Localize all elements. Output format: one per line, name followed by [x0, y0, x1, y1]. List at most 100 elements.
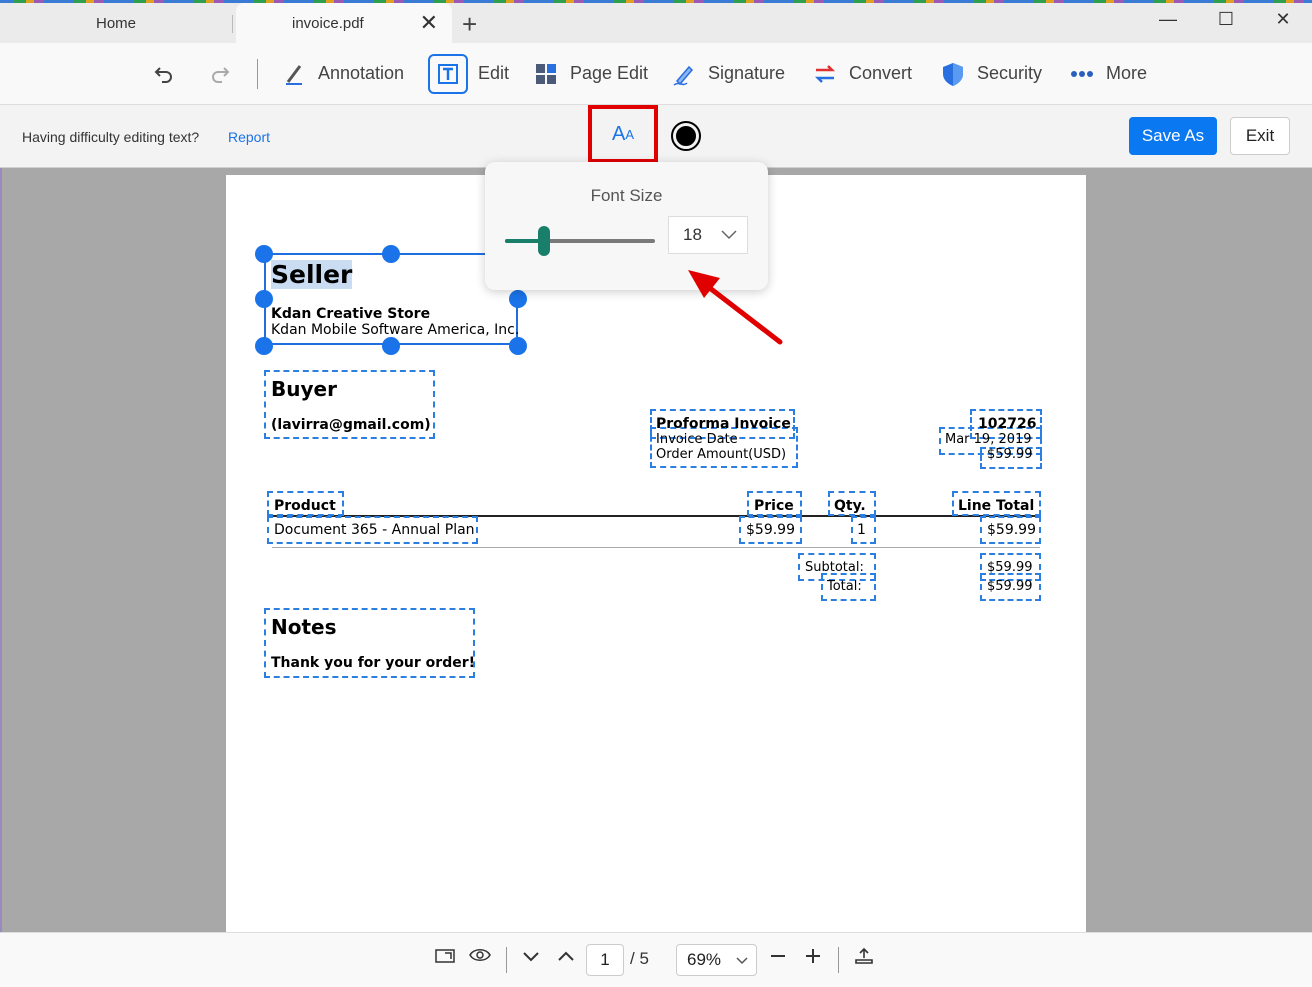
previous-page-icon[interactable]	[557, 947, 575, 968]
signature-icon	[670, 60, 698, 88]
page-edit-label: Page Edit	[570, 63, 649, 83]
table-row-rule	[272, 547, 1040, 548]
product-header[interactable]: Product	[274, 498, 336, 514]
maximize-button[interactable]: ☐	[1206, 9, 1246, 30]
resize-handle[interactable]	[382, 337, 400, 355]
font-size-button[interactable]: AA	[588, 105, 658, 163]
zoom-select[interactable]: 69%	[676, 944, 757, 976]
close-tab-icon[interactable]: ✕	[420, 10, 438, 36]
bottom-bar: 1 / 5 69%	[0, 932, 1312, 987]
invoice-date-label[interactable]: Invoice Date	[656, 432, 738, 447]
tab-home-label: Home	[95, 14, 136, 32]
main-toolbar: Annotation Edit Page Edit Signature Conv…	[0, 43, 1312, 105]
upload-icon[interactable]	[854, 947, 874, 970]
line-total-cell[interactable]: $59.99	[987, 522, 1036, 538]
exit-button[interactable]: Exit	[1230, 117, 1290, 155]
edit-hint-text: Having difficulty editing text?	[22, 129, 200, 145]
total-label[interactable]: Total:	[827, 579, 862, 594]
edit-text-icon	[428, 53, 468, 94]
product-cell[interactable]: Document 365 - Annual Plan	[274, 522, 475, 538]
bottom-divider	[506, 947, 507, 973]
font-size-value: 18	[683, 225, 702, 244]
more-button[interactable]: More	[1068, 43, 1147, 104]
zoom-out-icon[interactable]	[769, 947, 787, 970]
undo-button[interactable]	[150, 43, 178, 104]
edit-options-bar: Having difficulty editing text? Report A…	[0, 105, 1312, 168]
resize-handle[interactable]	[509, 290, 527, 308]
security-button[interactable]: Security	[939, 43, 1042, 104]
signature-label: Signature	[708, 63, 786, 83]
annotation-button[interactable]: Annotation	[280, 43, 404, 104]
next-page-icon[interactable]	[522, 947, 540, 968]
buyer-heading[interactable]: Buyer	[271, 377, 337, 401]
more-label: More	[1106, 63, 1148, 83]
more-dots-icon	[1068, 60, 1096, 88]
qty-cell[interactable]: 1	[857, 522, 866, 538]
new-tab-button[interactable]: +	[462, 9, 477, 40]
shield-icon	[939, 60, 967, 88]
resize-handle[interactable]	[255, 290, 273, 308]
toolbar-divider	[257, 59, 258, 89]
redo-icon	[206, 60, 234, 88]
invoice-date[interactable]: Mar 19, 2019	[945, 432, 1032, 447]
font-icon-small: A	[625, 126, 634, 142]
save-as-button[interactable]: Save As	[1129, 117, 1217, 155]
resize-handle[interactable]	[255, 337, 273, 355]
redo-button[interactable]	[206, 43, 234, 104]
font-size-slider-thumb[interactable]	[538, 226, 550, 256]
qty-header[interactable]: Qty.	[834, 498, 866, 514]
window-left-edge	[0, 168, 2, 932]
annotation-label: Annotation	[318, 63, 405, 83]
invoice-number[interactable]: 102726	[978, 416, 1036, 432]
notes-text[interactable]: Thank you for your order!	[271, 655, 475, 671]
price-header[interactable]: Price	[754, 498, 794, 514]
eye-icon[interactable]	[469, 947, 491, 968]
bottom-divider	[838, 947, 839, 973]
line-total-header[interactable]: Line Total	[958, 498, 1034, 514]
undo-icon	[150, 60, 178, 88]
notes-heading[interactable]: Notes	[271, 615, 337, 639]
tab-divider	[232, 15, 233, 33]
font-size-select[interactable]: 18	[668, 216, 748, 254]
font-icon-large: A	[611, 122, 626, 145]
page-total: / 5	[630, 949, 649, 968]
resize-handle[interactable]	[255, 245, 273, 263]
seller-name[interactable]: Kdan Creative Store	[271, 306, 430, 322]
zoom-value: 69%	[687, 950, 722, 969]
tab-bar: Home invoice.pdf ✕ + — ☐ ✕	[0, 3, 1312, 43]
seller-company[interactable]: Kdan Mobile Software America, Inc.	[271, 322, 519, 338]
zoom-in-icon[interactable]	[804, 947, 822, 970]
order-amount[interactable]: $59.99	[987, 447, 1033, 462]
convert-icon	[811, 60, 839, 88]
tab-invoice[interactable]: invoice.pdf ✕	[236, 3, 452, 43]
resize-handle[interactable]	[382, 245, 400, 263]
close-window-button[interactable]: ✕	[1263, 9, 1303, 30]
total-value[interactable]: $59.99	[987, 579, 1033, 594]
seller-heading[interactable]: Seller	[271, 260, 353, 289]
text-color-button[interactable]	[671, 121, 701, 151]
font-size-label: Font Size	[590, 186, 663, 205]
resize-handle[interactable]	[509, 337, 527, 355]
page-edit-button[interactable]: Page Edit	[532, 43, 648, 104]
order-amount-label[interactable]: Order Amount(USD)	[656, 447, 786, 462]
red-arrow-icon	[688, 270, 783, 345]
fit-page-icon[interactable]	[435, 947, 455, 970]
grid-icon	[532, 60, 560, 88]
chevron-down-icon	[721, 230, 737, 240]
minimize-button[interactable]: —	[1148, 9, 1188, 30]
pen-icon	[280, 60, 308, 88]
convert-label: Convert	[849, 63, 913, 83]
convert-button[interactable]: Convert	[811, 43, 912, 104]
security-label: Security	[977, 63, 1043, 83]
page-number-input[interactable]: 1	[586, 944, 624, 976]
tab-home[interactable]: Home	[0, 3, 232, 43]
price-cell[interactable]: $59.99	[746, 522, 795, 538]
font-size-slider-track[interactable]	[505, 239, 655, 243]
signature-button[interactable]: Signature	[670, 43, 785, 104]
invoice-title[interactable]: Proforma Invoice	[656, 416, 791, 432]
chevron-down-icon	[736, 957, 748, 965]
buyer-email[interactable]: (lavirra@gmail.com)	[271, 417, 431, 433]
edit-button[interactable]: Edit	[428, 43, 509, 104]
edit-label: Edit	[478, 63, 510, 83]
report-link[interactable]: Report	[228, 129, 270, 145]
